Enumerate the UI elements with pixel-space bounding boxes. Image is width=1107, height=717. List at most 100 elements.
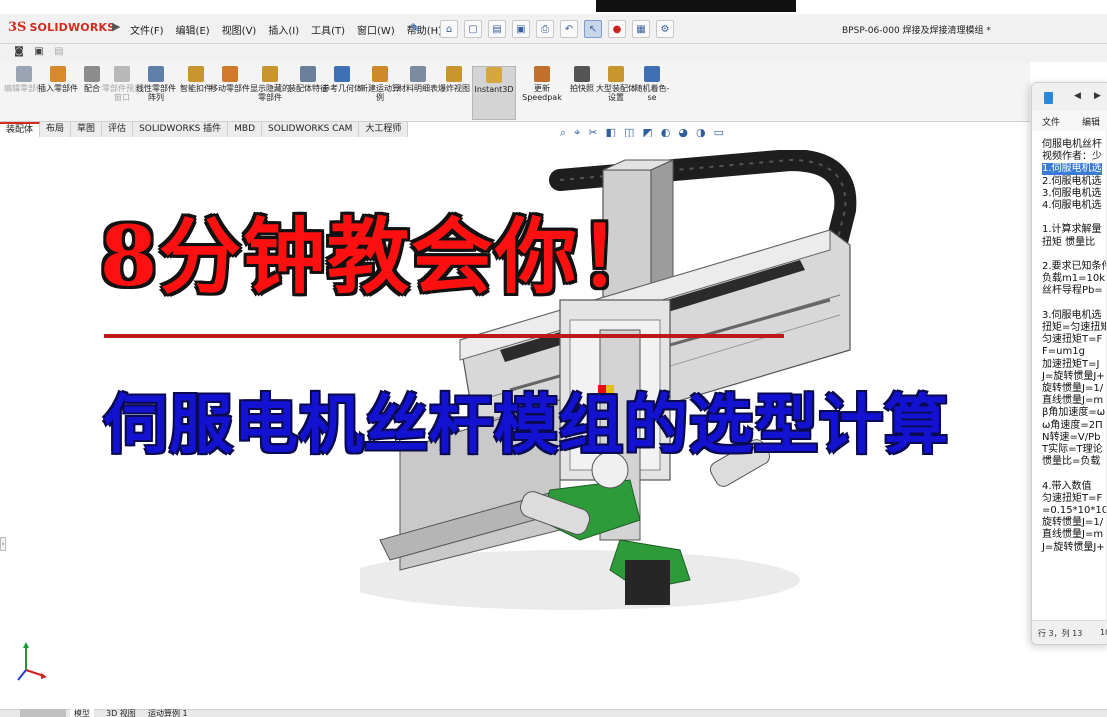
notepad-line: 直线惯量J=m [1042,529,1104,541]
menu-edit[interactable]: 编辑(E) [176,22,210,37]
tab-scroll-icon[interactable] [20,709,66,717]
screen-capture-disabled-icon: ▤ [54,46,64,57]
tab-sketch[interactable]: 草图 [71,122,103,137]
tab-layout[interactable]: 布局 [40,122,72,137]
notepad-line: 惯量比=负载 [1042,456,1101,468]
ribbon-tool-label: 移动零部件 [210,84,250,93]
tab-back-arrow-icon[interactable]: ◀ [1074,91,1081,101]
notepad-line: 伺服电机丝杆 [1042,139,1102,150]
file-properties-icon[interactable]: ▦ [632,20,650,38]
bom-icon [410,66,426,82]
notepad-menu-edit[interactable]: 编辑 [1082,115,1100,128]
tab-motion-study[interactable]: 运动算例 1 [144,709,192,717]
ribbon-tool-instant3d[interactable]: Instant3D [472,66,516,120]
cursor-position: 行 3，列 13 [1038,629,1083,638]
notepad-line: N转速=V/Pb [1042,431,1101,443]
menu-insert[interactable]: 插入(I) [268,22,299,37]
new-document-icon[interactable]: ▢ [464,20,482,38]
notepad-titlebar: ◀ ▶ [1032,83,1107,111]
solidworks-window: 3S SOLIDWORKS ▶ 文件(F) 编辑(E) 视图(V) 插入(I) … [0,0,1107,717]
notepad-line: 扭矩 惯量比 [1042,236,1096,248]
move-component-icon [222,66,238,82]
menu-file[interactable]: 文件(F) [130,22,164,37]
tab-mbd[interactable]: MBD [228,122,263,137]
top-black-bar [596,0,796,12]
notepad-line: 匀速扭矩T=F [1042,492,1103,504]
snapshot-camera-icon [574,66,590,82]
ribbon-tool-bom[interactable]: 材料明细表 [398,66,438,120]
ds-logo-icon: 3S [8,20,27,35]
notepad-line: 丝杆导程Pb= [1042,285,1103,297]
notepad-line: 加速扭矩T=J [1042,358,1100,370]
save-icon[interactable]: ▣ [512,20,530,38]
select-cursor-icon[interactable]: ↖ [584,20,602,38]
ribbon-tool-label: 材料明细表 [398,84,438,93]
ribbon-tool-motion-study[interactable]: 新建运动算例 [360,66,400,120]
notepad-line: ω角速度=2Π [1042,419,1103,431]
tab-cam[interactable]: SOLIDWORKS CAM [262,122,360,137]
home-icon[interactable]: ⌂ [440,20,458,38]
tab-assembly[interactable]: 装配体 [0,122,41,137]
notepad-line: 3.伺服电机选 [1042,309,1102,321]
command-manager-tabs: 装配体 布局 草图 评估 SOLIDWORKS 插件 MBD SOLIDWORK… [0,122,470,137]
insert-component-icon [50,66,66,82]
ribbon-tool-label: 智能扣件 [180,84,212,93]
exploded-view-icon [446,66,462,82]
mate-icon [84,66,100,82]
ribbon-tool-label: 爆炸视图 [438,84,470,93]
video-subtitle: 伺服电机丝杆模组的选型计算 [104,388,949,463]
notepad-line: 4.伺服电机选 [1042,200,1102,211]
undo-icon[interactable]: ↶ [560,20,578,38]
open-icon[interactable]: ▤ [488,20,506,38]
ribbon-tool-speedpak[interactable]: 更新Speedpak [522,66,562,120]
notepad-line: =0.15*10*10 [1042,505,1107,516]
notepad-window[interactable]: ◀ ▶ 文件 编辑 伺服电机丝杆 视频作者：少 1.伺服电机选 2.伺服电机选 3.伺服… [1031,82,1107,645]
random-color-icon [644,66,660,82]
menu-expand-arrow-icon[interactable]: ▶ [112,20,120,33]
tab-evaluate[interactable]: 评估 [102,122,134,137]
notepad-menu-file[interactable]: 文件 [1042,115,1060,128]
tab-engineer[interactable]: 大工程师 [359,122,409,137]
motion-study-icon [372,66,388,82]
tab-3d-view[interactable]: 3D 视图 [102,709,140,717]
notepad-line: 旋转惯量J=1/ [1042,383,1104,394]
notepad-text-area[interactable]: 伺服电机丝杆 视频作者：少 1.伺服电机选 2.伺服电机选 3.伺服电机选 4.伺服电机选… [1032,131,1107,621]
ribbon-tool-exploded-view[interactable]: 爆炸视图 [434,66,474,120]
ribbon-tool-reference-geometry[interactable]: 参考几何体 [322,66,362,120]
tab-addins[interactable]: SOLIDWORKS 插件 [133,122,229,137]
notepad-line: 2.要求已知条件 [1042,261,1107,272]
reference-geometry-icon [334,66,350,82]
component-preview-icon [114,66,130,82]
notepad-line: J=旋转惯量J+ [1042,541,1105,553]
ribbon-tool-large-assembly[interactable]: 大型装配体设置 [596,66,636,120]
menu-window[interactable]: 窗口(W) [357,22,395,37]
secondary-toolbar: ◙ ▣ ▤ [0,44,1107,62]
pin-menu-icon[interactable]: ✎ [410,21,420,35]
tab-forward-arrow-icon[interactable]: ▶ [1094,91,1101,101]
notepad-line: 直线惯量J=m [1042,395,1104,407]
ribbon-tool-move-component[interactable]: 移动零部件 [210,66,250,120]
ribbon-tool-random-color[interactable]: 随机着色-se [632,66,672,120]
options-gear-icon[interactable]: ⚙ [656,20,674,38]
menu-view[interactable]: 视图(V) [222,22,257,37]
menu-bar: 3S SOLIDWORKS ▶ 文件(F) 编辑(E) 视图(V) 插入(I) … [0,14,1107,44]
camera-icon[interactable]: ◙ [12,46,26,59]
print-icon[interactable]: ⎙ [536,20,554,38]
speedpak-icon [534,66,550,82]
ribbon-tool-linear-pattern[interactable]: 线性零部件阵列 [136,66,176,120]
notepad-line: 3.伺服电机选 [1042,187,1102,199]
solidworks-logo: 3S SOLIDWORKS [8,20,115,35]
notepad-line: 1.伺服电机选 [1042,163,1102,176]
ribbon-tool-show-hidden[interactable]: 显示隐藏的零部件 [250,66,290,120]
top-strip [0,0,1107,14]
screen-capture-icon[interactable]: ▣ [32,46,46,59]
tab-model[interactable]: 模型 [70,709,94,717]
notepad-line: 扭矩=匀速扭矩 [1042,322,1107,333]
edit-component-icon [16,66,32,82]
ribbon-tool-label: Instant3D [474,85,514,94]
assembly-feature-icon [300,66,316,82]
menu-tools[interactable]: 工具(T) [311,22,345,37]
feature-tree-expand-icon[interactable]: › [0,537,6,551]
rebuild-icon[interactable]: ● [608,20,626,38]
ribbon-tool-label: 拍快照 [570,84,594,93]
